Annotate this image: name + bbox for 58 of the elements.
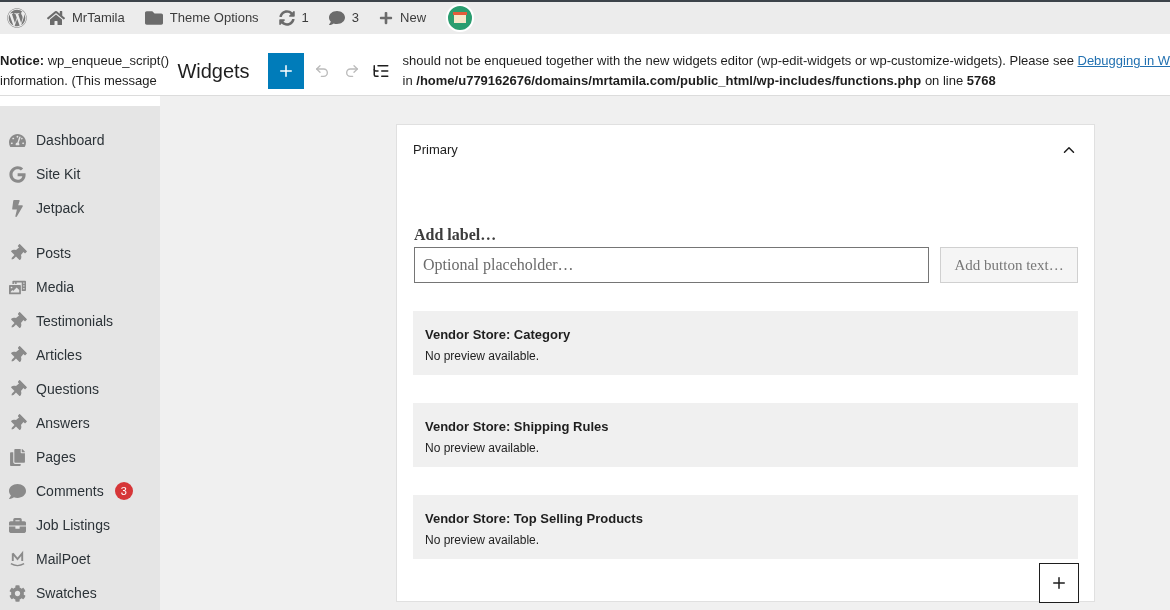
sidebar-item[interactable]: Pages xyxy=(0,440,160,474)
sidebar-item[interactable]: Site Kit xyxy=(0,157,160,191)
widget-preview-text: No preview available. xyxy=(425,347,541,365)
sidebar-item[interactable]: Job Listings xyxy=(0,508,160,542)
widget-title: Vendor Store: Category xyxy=(425,327,571,343)
briefcase-icon xyxy=(9,516,26,534)
admin-bar-link[interactable]: Theme Options xyxy=(169,8,259,28)
notice-text: should not be enqueued together with the new widgets editor (wp-edit-widgets or wp-customize-widgets). Please see Debugging in W xyxy=(402,52,1170,70)
sidebar-item[interactable]: Articles xyxy=(0,338,160,372)
widget-preview[interactable]: Vendor Store: Category No preview available. xyxy=(413,311,1078,375)
plus-icon xyxy=(1050,574,1068,592)
sidebar-item[interactable]: Media xyxy=(0,270,160,304)
sidebar-item[interactable]: Answers xyxy=(0,406,160,440)
widget-preview[interactable]: Vendor Store: Shipping Rules No preview available. xyxy=(413,403,1078,467)
add-block-button[interactable] xyxy=(1039,563,1079,603)
folder-icon xyxy=(144,9,163,27)
admin-bar-link[interactable]: 3 xyxy=(351,8,360,28)
gear-icon xyxy=(9,584,26,602)
widget-preview[interactable]: Vendor Store: Top Selling Products No preview available. xyxy=(413,495,1078,559)
admin-bar-link[interactable]: 1 xyxy=(301,8,309,28)
admin-bar-link[interactable]: MrTamila xyxy=(72,8,125,28)
search-button[interactable]: Add button text… xyxy=(940,247,1078,283)
g-letter-icon xyxy=(9,165,26,183)
page-title: Widgets xyxy=(177,61,250,81)
comment-icon xyxy=(328,10,345,26)
pages-icon xyxy=(9,448,26,466)
admin-bar-link[interactable]: New xyxy=(400,8,427,28)
media-icon xyxy=(9,278,26,296)
widget-preview-text: No preview available. xyxy=(425,439,541,457)
sidebar-item[interactable]: Comments 3 xyxy=(0,474,160,508)
widget-title: Vendor Store: Top Selling Products xyxy=(425,511,643,527)
sidebar-item[interactable]: Testimonials xyxy=(0,304,160,338)
search-label: Add label… xyxy=(414,225,497,245)
notice-text: information. (This message xyxy=(0,72,157,90)
widget-title: Vendor Store: Shipping Rules xyxy=(425,419,609,435)
debugging-link[interactable]: Debugging in W xyxy=(1077,53,1170,68)
list-view-icon[interactable] xyxy=(371,62,390,80)
notice-text: in /home/u779162676/domains/mrtamila.com/public_html/wp-includes/functions.php on line 5768 xyxy=(402,72,996,90)
sidebar-item[interactable]: Swatches xyxy=(0,576,160,610)
m-letter-icon xyxy=(9,550,26,568)
count-badge: 3 xyxy=(114,482,133,500)
widget-preview-text: No preview available. xyxy=(425,531,541,549)
sidebar-item[interactable]: Jetpack xyxy=(0,191,160,225)
plus-icon xyxy=(379,11,394,25)
notice-text: Notice: wp_enqueue_script() xyxy=(0,52,170,70)
comment-icon xyxy=(9,482,26,500)
dashboard-icon xyxy=(9,131,26,149)
home-icon xyxy=(47,9,65,27)
sidebar-item[interactable]: Questions xyxy=(0,372,160,406)
sidebar-item[interactable]: Dashboard xyxy=(0,123,160,157)
bolt-icon xyxy=(9,199,26,217)
store-avatar-icon[interactable] xyxy=(446,4,475,32)
wordpress-logo-icon[interactable] xyxy=(7,8,27,28)
sidebar-item[interactable]: MailPoet xyxy=(0,542,160,576)
search-field[interactable]: Optional placeholder… xyxy=(414,247,930,283)
sidebar-item[interactable]: Posts xyxy=(0,236,160,270)
widget-area-header[interactable]: Primary xyxy=(413,125,1078,175)
refresh-icon xyxy=(278,10,295,26)
